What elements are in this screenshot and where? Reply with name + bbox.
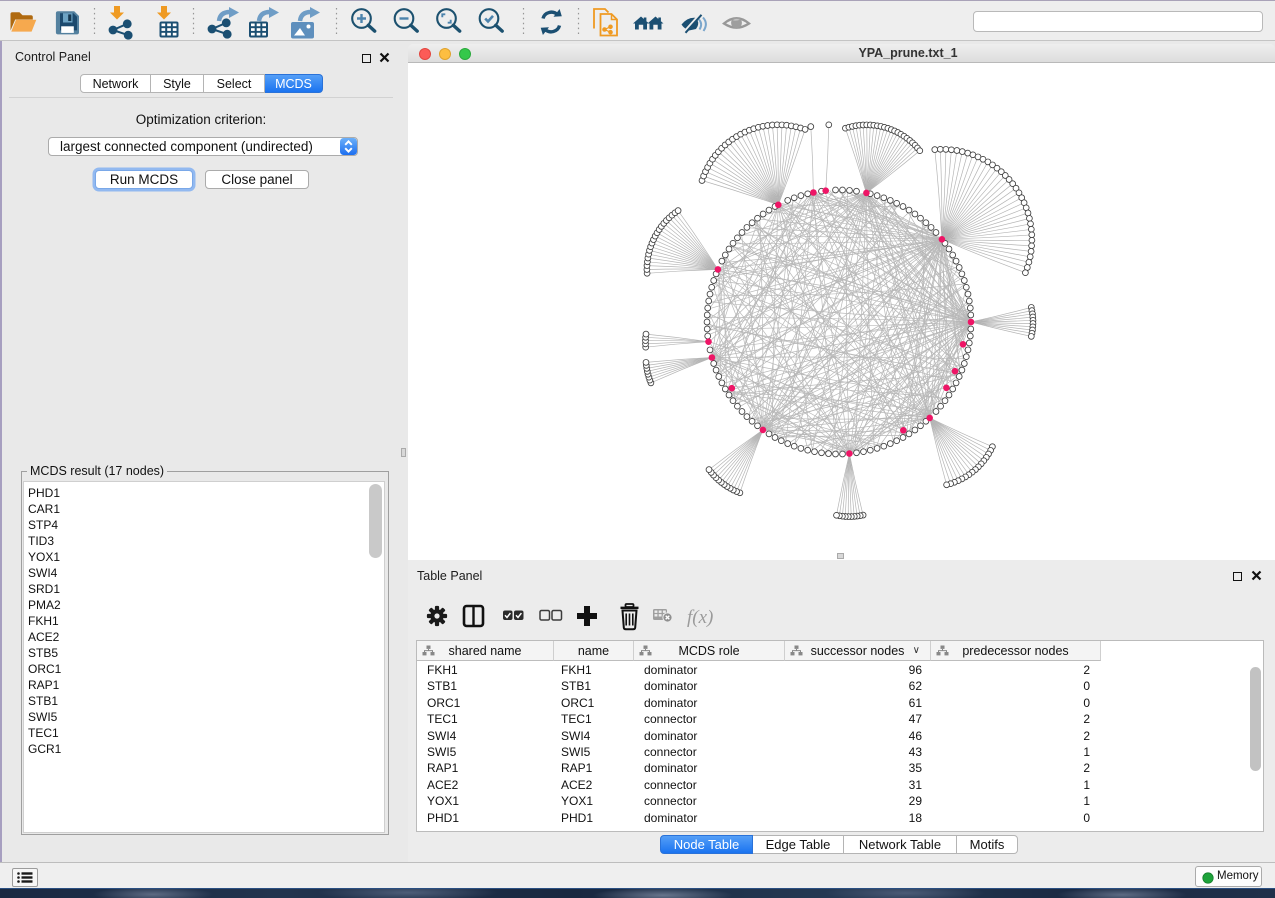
svg-text:f(x): f(x) [687,607,713,628]
